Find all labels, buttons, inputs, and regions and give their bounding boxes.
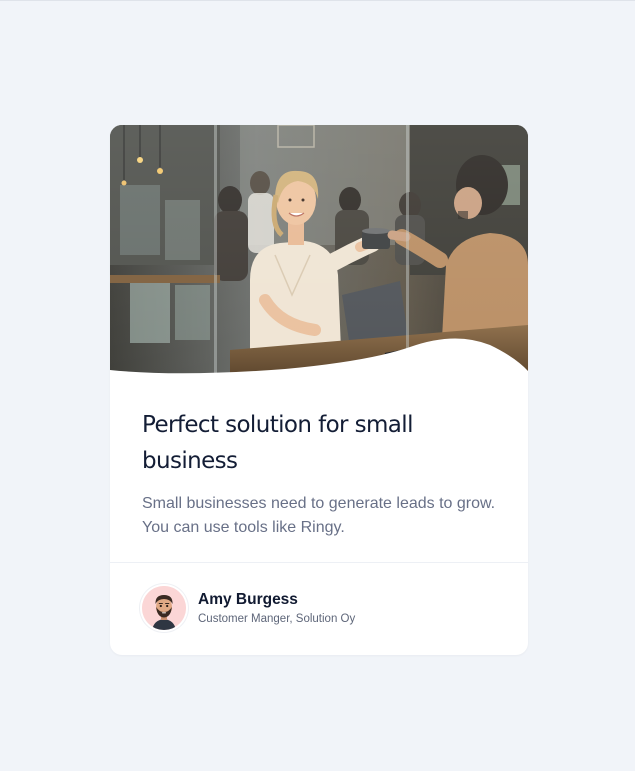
card-body: Perfect solution for small business Smal… — [110, 407, 528, 540]
office-photo-illustration — [110, 125, 528, 375]
card-description: Small businesses need to generate leads … — [142, 495, 496, 536]
author-info: Amy Burgess Customer Manger, Solution Oy — [198, 590, 355, 627]
author-role: Customer Manger, Solution Oy — [198, 612, 356, 625]
author-block[interactable]: Amy Burgess Customer Manger, Solution Oy — [142, 586, 355, 630]
card-divider — [110, 562, 528, 563]
card-hero-image — [110, 125, 528, 375]
author-name[interactable]: Amy Burgess — [198, 590, 355, 610]
card-title[interactable]: Perfect solution for small business — [142, 407, 496, 479]
bearded-man-avatar-icon — [142, 586, 186, 630]
article-card[interactable]: Perfect solution for small business Smal… — [110, 125, 528, 655]
